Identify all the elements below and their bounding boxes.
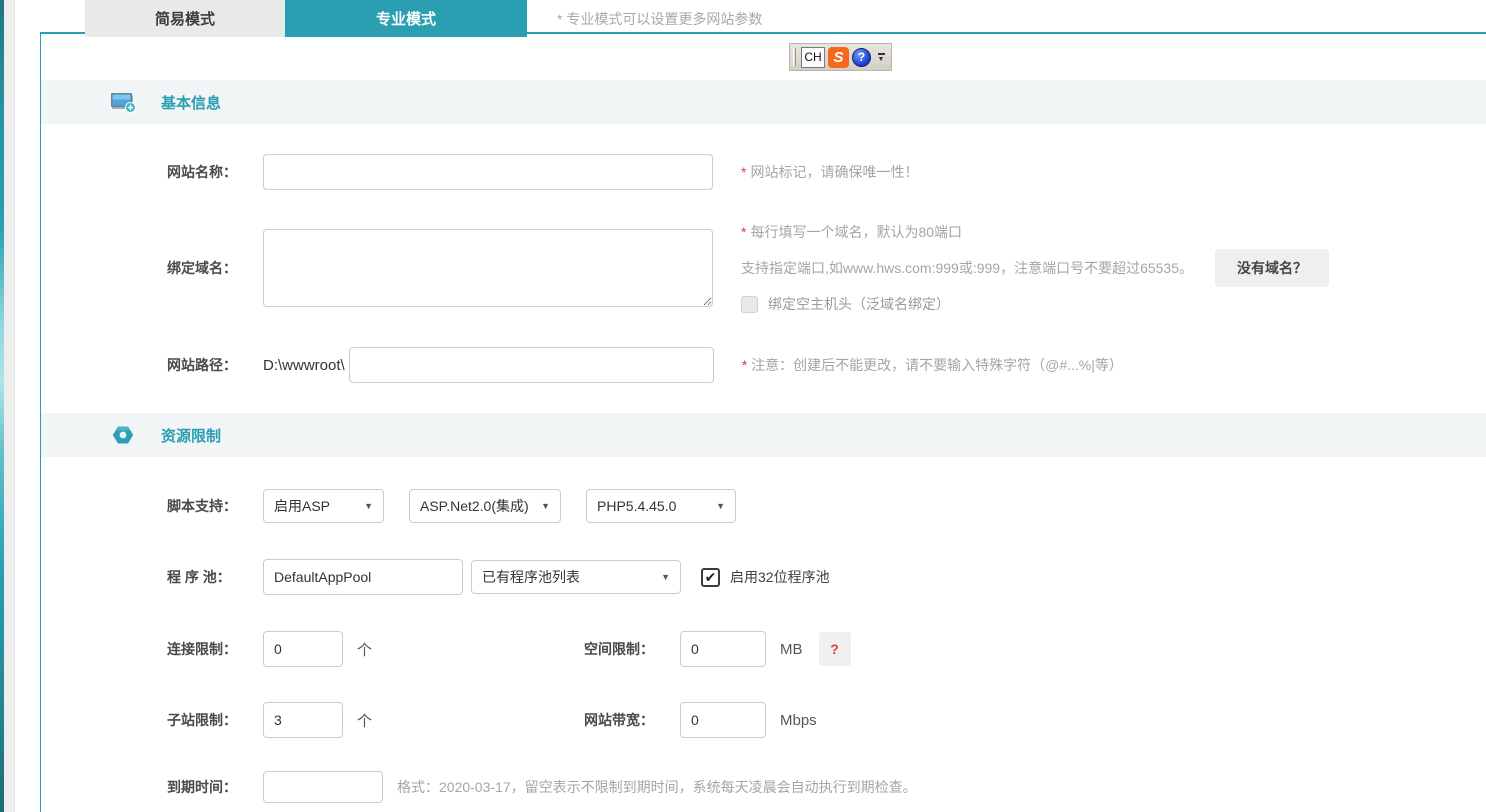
site-path-input[interactable] [348,347,714,383]
select-arrow-icon: ▼ [661,572,670,582]
script-support-row: 脚本支持： 启用ASP ▼ ASP.Net2.0(集成) ▼ PHP5.4.45.0… [167,489,1486,523]
no-domain-button[interactable]: 没有域名？ [1215,249,1329,287]
site-path-note: * 注意：创建后不能更改，请不要输入特殊字符（@#...%|等） [741,357,1123,373]
wildcard-host-label: 绑定空主机头（泛域名绑定） [768,296,950,312]
php-select[interactable]: PHP5.4.45.0 ▼ [586,489,736,523]
site-path-row: 网站路径： D:\wwwroot\ * 注意：创建后不能更改，请不要输入特殊字符（… [167,347,1486,383]
expiry-row: 到期时间： 格式：2020-03-17，留空表示不限制到期时间，系统每天凌晨会自… [167,771,1486,803]
toolbar-row: CH S ? ▼ [41,34,1486,80]
bandwidth-label: 网站带宽： [584,712,654,728]
select-arrow-icon: ▼ [364,501,373,511]
space-limit-input[interactable] [680,631,766,667]
enable-32bit-label: 启用32位程序池 [730,569,830,585]
subsite-limit-input[interactable] [263,702,343,738]
sogou-input-icon[interactable]: S [828,46,849,68]
site-name-note: * 网站标记，请确保唯一性！ [741,164,919,180]
mode-tabs: 简易模式 专业模式 * 专业模式可以设置更多网站参数 [85,0,762,37]
site-path-prefix: D:\wwwroot\ [263,356,345,374]
langbar-help-icon[interactable]: ? [852,47,871,67]
select-arrow-icon: ▼ [716,501,725,511]
left-gutter [4,0,15,812]
tab-simple-mode[interactable]: 简易模式 [85,0,285,37]
site-name-input[interactable] [263,154,713,190]
select-arrow-icon: ▼ [541,501,550,511]
section-title-basic: 基本信息 [161,94,222,112]
bind-domain-label: 绑定域名： [167,260,237,276]
bind-domain-notes: * 每行填写一个域名，默认为80端口 支持指定端口,如www.hws.com:99… [741,222,1329,314]
space-limit-label: 空间限制： [584,641,654,657]
hexagon-nut-icon [109,424,137,446]
conn-limit-input[interactable] [263,631,343,667]
language-bar[interactable]: CH S ? ▼ [789,43,892,71]
section-resource-limit: 资源限制 [41,413,1486,457]
aspnet-select[interactable]: ASP.Net2.0(集成) ▼ [409,489,561,523]
bind-domain-textarea[interactable] [263,229,713,307]
tab-pro-mode[interactable]: 专业模式 [285,0,527,37]
chevron-down-icon: ▼ [877,55,885,63]
tab-mode-hint: * 专业模式可以设置更多网站参数 [557,10,763,27]
langbar-grip-handle[interactable] [793,48,796,66]
wildcard-host-checkbox[interactable] [741,295,758,313]
section-title-resource: 资源限制 [161,427,222,445]
expiry-input[interactable] [263,771,383,803]
asp-select[interactable]: 启用ASP ▼ [263,489,384,523]
app-pool-input[interactable] [263,559,463,595]
bandwidth-unit: Mbps [780,711,817,729]
subsite-limit-label: 子站限制： [167,712,237,728]
langbar-options-button[interactable]: ▼ [874,47,888,68]
conn-space-limit-row: 连接限制： 个 空间限制： MB ? [167,631,1486,667]
app-pool-row: 程 序 池： 已有程序池列表▼ 启用32位程序池 [167,559,1486,595]
conn-limit-unit: 个 [357,641,373,659]
bind-domain-row: 绑定域名： * 每行填写一个域名，默认为80端口 支持指定端口,如www.hws.… [167,222,1486,314]
bind-domain-note1: * 每行填写一个域名，默认为80端口 [741,224,963,240]
bandwidth-input[interactable] [680,702,766,738]
language-ch-button[interactable]: CH [801,46,825,68]
section-basic-info: 基本信息 [41,80,1486,124]
monitor-plus-icon [109,90,137,114]
expiry-note: 格式：2020-03-17，留空表示不限制到期时间，系统每天凌晨会自动执行到期检… [397,779,917,795]
site-name-row: 网站名称： * 网站标记，请确保唯一性！ [167,154,1486,190]
bind-domain-note2: 支持指定端口,如www.hws.com:999或:999，注意端口号不要超过65… [741,260,1193,276]
subsite-bandwidth-row: 子站限制： 个 网站带宽： Mbps [167,702,1486,738]
conn-limit-label: 连接限制： [167,641,237,657]
space-limit-unit: MB [780,640,803,658]
space-limit-help-button[interactable]: ? [818,632,851,666]
site-name-label: 网站名称： [167,164,237,180]
app-pool-list-select[interactable]: 已有程序池列表 ▼ [471,560,681,594]
app-pool-label: 程 序 池： [167,569,231,585]
site-path-label: 网站路径： [167,357,237,373]
create-site-form-panel: CH S ? ▼ 基本信息 网站名称： * 网站标记，请确保唯一性！ 绑定域名：… [40,32,1486,812]
subsite-limit-unit: 个 [357,712,373,730]
script-support-label: 脚本支持： [167,498,237,514]
enable-32bit-checkbox[interactable] [701,567,720,587]
langbar-options-bar-icon [877,52,885,55]
expiry-label: 到期时间： [167,779,237,795]
